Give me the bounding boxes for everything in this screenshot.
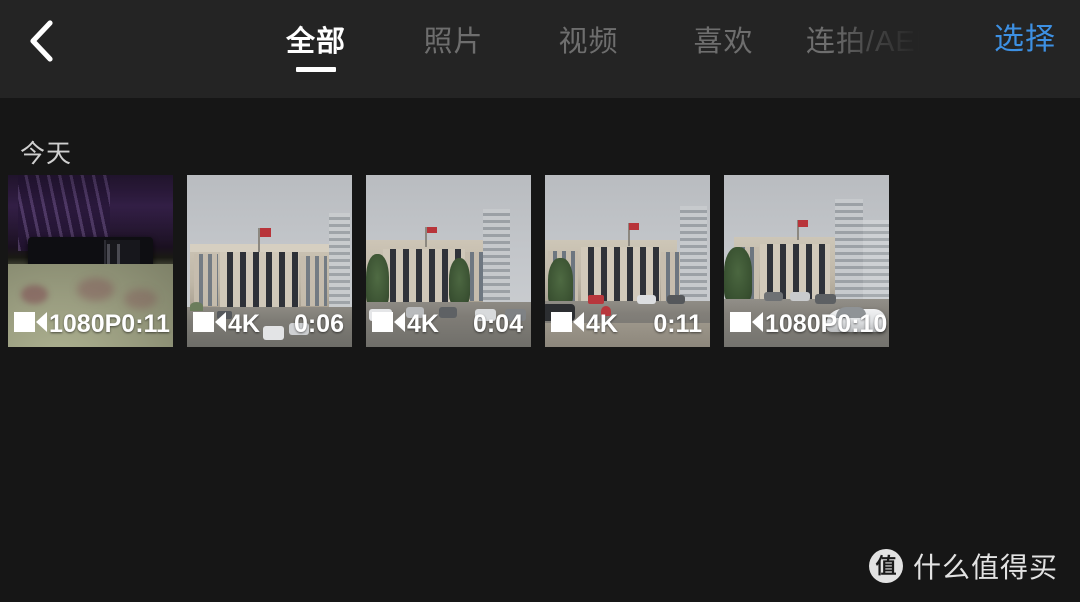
tab-0[interactable]: 全部 (246, 0, 386, 78)
media-thumbnail[interactable]: 4K 0:11 (545, 175, 710, 347)
select-button[interactable]: 选择 (994, 18, 1056, 62)
thumbnail-image (724, 175, 889, 347)
media-thumbnail[interactable]: 4K 0:06 (187, 175, 352, 347)
thumbnail-image (8, 175, 173, 347)
media-grid: 1080P 0:11 4K 0:06 4K 0:04 4K 0:11 1080P… (8, 175, 1072, 347)
top-bar: 全部 照片 视频 喜欢 连拍/AEB 选择 (0, 0, 1080, 98)
watermark: 值 什么值得买 (868, 546, 1058, 586)
back-button[interactable] (8, 8, 74, 74)
tab-label: 照片 (423, 26, 484, 58)
thumbnail-image (187, 175, 352, 347)
thumbnail-image (545, 175, 710, 347)
tab-label: 连拍/AEB (805, 26, 937, 58)
gallery-screen: 全部 照片 视频 喜欢 连拍/AEB 选择 今天 1080P 0:11 4K 0… (0, 0, 1080, 602)
tab-label: 视频 (558, 26, 619, 58)
tab-label: 全部 (285, 26, 346, 58)
media-thumbnail[interactable]: 1080P 0:11 (8, 175, 173, 347)
smzdm-logo-icon: 值 (868, 549, 903, 583)
tab-bar: 全部 照片 视频 喜欢 连拍/AEB (200, 0, 935, 98)
media-thumbnail[interactable]: 1080P 0:10 (724, 175, 889, 347)
tab-2[interactable]: 视频 (521, 0, 656, 78)
active-tab-indicator (296, 67, 336, 72)
media-thumbnail[interactable]: 4K 0:04 (366, 175, 531, 347)
tab-4[interactable]: 连拍/AEB (791, 0, 951, 78)
watermark-text: 什么值得买 (912, 552, 1058, 583)
section-title-today: 今天 (20, 140, 73, 168)
tab-1[interactable]: 照片 (386, 0, 521, 78)
chevron-left-icon (26, 19, 56, 63)
tab-3[interactable]: 喜欢 (656, 0, 791, 78)
tab-label: 喜欢 (693, 26, 754, 58)
thumbnail-image (366, 175, 531, 347)
